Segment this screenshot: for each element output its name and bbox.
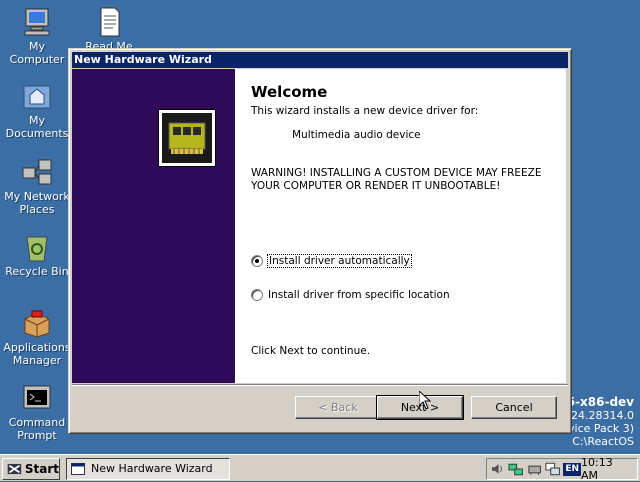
desktop-icon-label: My xyxy=(28,40,45,53)
system-tray: EN 10:13 AM xyxy=(486,456,638,482)
desktop-icon-label: Documents xyxy=(5,127,69,140)
back-button[interactable]: < Back xyxy=(295,396,381,419)
option-label: Install driver from specific location xyxy=(268,289,450,301)
wizard-content-panel: Welcome This wizard installs a new devic… xyxy=(235,69,566,383)
terminal-icon xyxy=(21,382,53,414)
volume-icon[interactable] xyxy=(490,462,505,476)
warning-line-1: WARNING! INSTALLING A CUSTOM DEVICE MAY … xyxy=(251,167,542,179)
desktop-icon-my-network[interactable]: My Network Places xyxy=(2,156,72,216)
clock[interactable]: 10:13 AM xyxy=(581,456,631,482)
network-icon xyxy=(21,156,53,188)
desktop-icon-label: My Network xyxy=(4,190,70,203)
window-icon xyxy=(71,463,85,475)
start-button[interactable]: Start xyxy=(2,458,60,480)
start-label: Start xyxy=(24,462,59,476)
window-title[interactable]: New Hardware Wizard xyxy=(72,52,568,68)
taskbar: Start New Hardware Wizard EN 10:13 AM xyxy=(0,454,640,482)
desktop-icon-label: Command xyxy=(8,416,66,429)
folder-icon xyxy=(21,80,53,112)
display-settings-icon[interactable] xyxy=(545,462,560,476)
taskbar-item-label: New Hardware Wizard xyxy=(91,462,213,475)
wizard-intro-text: This wizard installs a new device driver… xyxy=(251,105,479,117)
footer-instruction: Click Next to continue. xyxy=(251,345,371,357)
package-icon xyxy=(21,307,53,339)
desktop-icon-my-documents[interactable]: My Documents xyxy=(2,80,72,140)
option-install-auto[interactable]: Install driver automatically xyxy=(251,253,412,269)
desktop-icon-label: Places xyxy=(19,203,55,216)
start-logo-icon xyxy=(7,463,22,475)
desktop-icon-label: Computer xyxy=(9,53,65,66)
desktop-icon-applications-manager[interactable]: Applications Manager xyxy=(2,307,72,367)
wizard-heading: Welcome xyxy=(251,83,328,101)
recycle-bin-icon xyxy=(21,231,53,263)
desktop-icon-label: My xyxy=(28,114,45,127)
taskbar-item-new-hardware-wizard[interactable]: New Hardware Wizard xyxy=(66,458,230,480)
new-hardware-wizard-window: New Hardware Wizard Welcome This wizard … xyxy=(68,48,572,434)
hardware-card-icon xyxy=(158,109,216,167)
desktop-icon-label: Applications xyxy=(3,341,71,354)
desktop-icon-label: Recycle Bin xyxy=(5,265,69,278)
computer-icon xyxy=(21,6,53,38)
wizard-side-panel xyxy=(72,69,235,383)
radio-button[interactable] xyxy=(251,289,263,301)
option-install-specific[interactable]: Install driver from specific location xyxy=(251,287,450,303)
language-indicator[interactable]: EN xyxy=(563,462,581,476)
device-name: Multimedia audio device xyxy=(292,129,421,141)
network-status-icon[interactable] xyxy=(508,462,524,476)
cancel-button[interactable]: Cancel xyxy=(471,396,557,419)
mouse-cursor-icon xyxy=(419,391,431,410)
desktop-icon-my-computer[interactable]: My Computer xyxy=(2,6,72,66)
desktop-icon-read-me[interactable]: Read Me xyxy=(74,6,144,53)
desktop-icon-label: Prompt xyxy=(17,429,57,442)
option-label: Install driver automatically xyxy=(267,254,412,268)
button-separator xyxy=(72,384,568,386)
safely-remove-hardware-icon[interactable] xyxy=(527,462,542,476)
warning-line-2: YOUR COMPUTER OR RENDER IT UNBOOTABLE! xyxy=(251,180,501,192)
radio-button-checked[interactable] xyxy=(251,255,263,267)
version-watermark-line: C:\ReactOS xyxy=(572,435,634,448)
desktop-icon-command-prompt[interactable]: Command Prompt xyxy=(2,382,72,442)
desktop-icon-label: Manager xyxy=(12,354,62,367)
desktop-icon-recycle-bin[interactable]: Recycle Bin xyxy=(2,231,72,278)
document-icon xyxy=(93,6,125,38)
